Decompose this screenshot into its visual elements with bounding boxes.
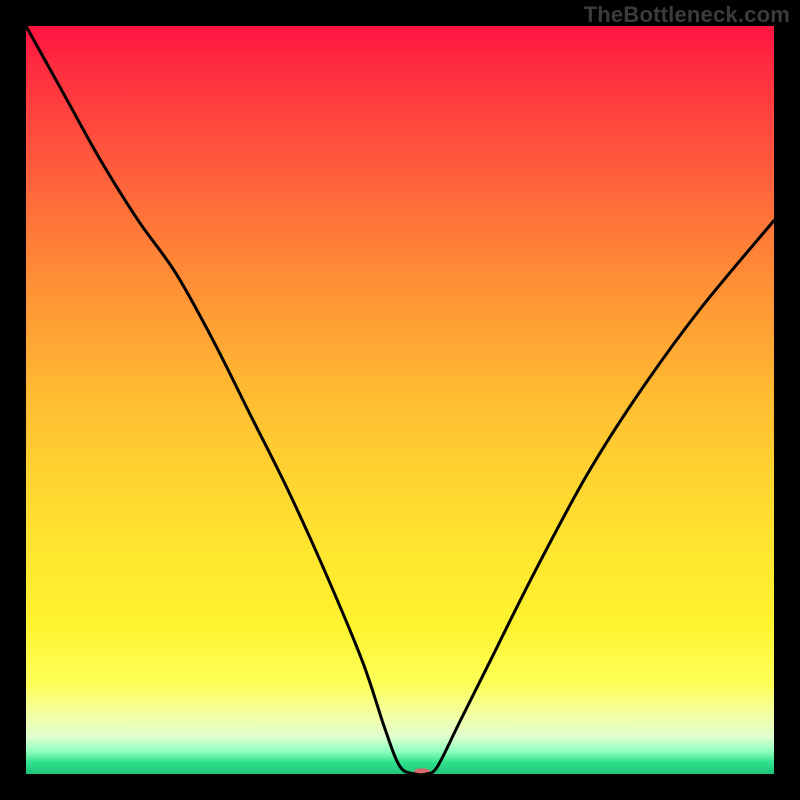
bottleneck-curve bbox=[26, 26, 774, 774]
chart-frame: TheBottleneck.com bbox=[0, 0, 800, 800]
plot-area bbox=[26, 26, 774, 774]
watermark-text: TheBottleneck.com bbox=[584, 2, 790, 28]
